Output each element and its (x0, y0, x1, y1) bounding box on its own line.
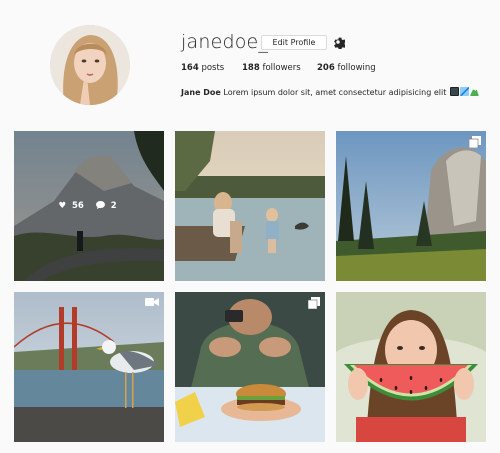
following-label: following (337, 63, 376, 73)
post-photo (336, 131, 486, 281)
post-tile[interactable]: ♥ 56 2 (14, 131, 164, 281)
comment-icon (95, 201, 105, 209)
post-tile[interactable] (336, 131, 486, 281)
post-tile[interactable] (336, 292, 486, 442)
post-tile[interactable] (175, 131, 325, 281)
likes-stat: ♥ 56 (58, 201, 84, 211)
avatar[interactable] (50, 25, 130, 105)
video-icon (145, 298, 159, 306)
mountain-emoji-icon (469, 88, 479, 96)
airplane-emoji-icon (459, 87, 469, 96)
comments-count: 2 (110, 201, 117, 211)
username: janedoe_ (181, 31, 269, 53)
carousel-icon (308, 297, 320, 309)
post-photo (336, 292, 486, 442)
camera-emoji-icon (449, 87, 459, 96)
posts-stat: 164 posts (181, 63, 224, 73)
post-photo (14, 292, 164, 442)
comments-stat: 2 (95, 201, 120, 211)
bio-name: Jane Doe (181, 88, 221, 97)
posts-grid: ♥ 56 2 (14, 131, 486, 443)
post-photo (175, 292, 325, 442)
post-photo (175, 131, 325, 281)
gear-icon[interactable] (331, 35, 345, 49)
posts-label: posts (201, 63, 225, 73)
bio: Jane Doe Lorem ipsum dolor sit, amet con… (181, 87, 479, 97)
post-hover-stats: ♥ 56 2 (14, 201, 164, 211)
bio-text: Lorem ipsum dolor sit, amet consectetur … (223, 88, 447, 97)
following-stat[interactable]: 206 following (317, 63, 376, 73)
post-tile[interactable] (175, 292, 325, 442)
followers-label: followers (262, 63, 301, 73)
likes-count: 56 (71, 201, 84, 211)
posts-count: 164 (181, 63, 199, 73)
post-tile[interactable] (14, 292, 164, 442)
followers-stat[interactable]: 188 followers (242, 63, 301, 73)
avatar-photo (50, 25, 130, 105)
followers-count: 188 (242, 63, 260, 73)
edit-profile-button[interactable]: Edit Profile (261, 35, 327, 50)
carousel-icon (469, 136, 481, 148)
following-count: 206 (317, 63, 335, 73)
profile-header: janedoe_ Edit Profile 164 posts 188 foll… (0, 0, 500, 120)
